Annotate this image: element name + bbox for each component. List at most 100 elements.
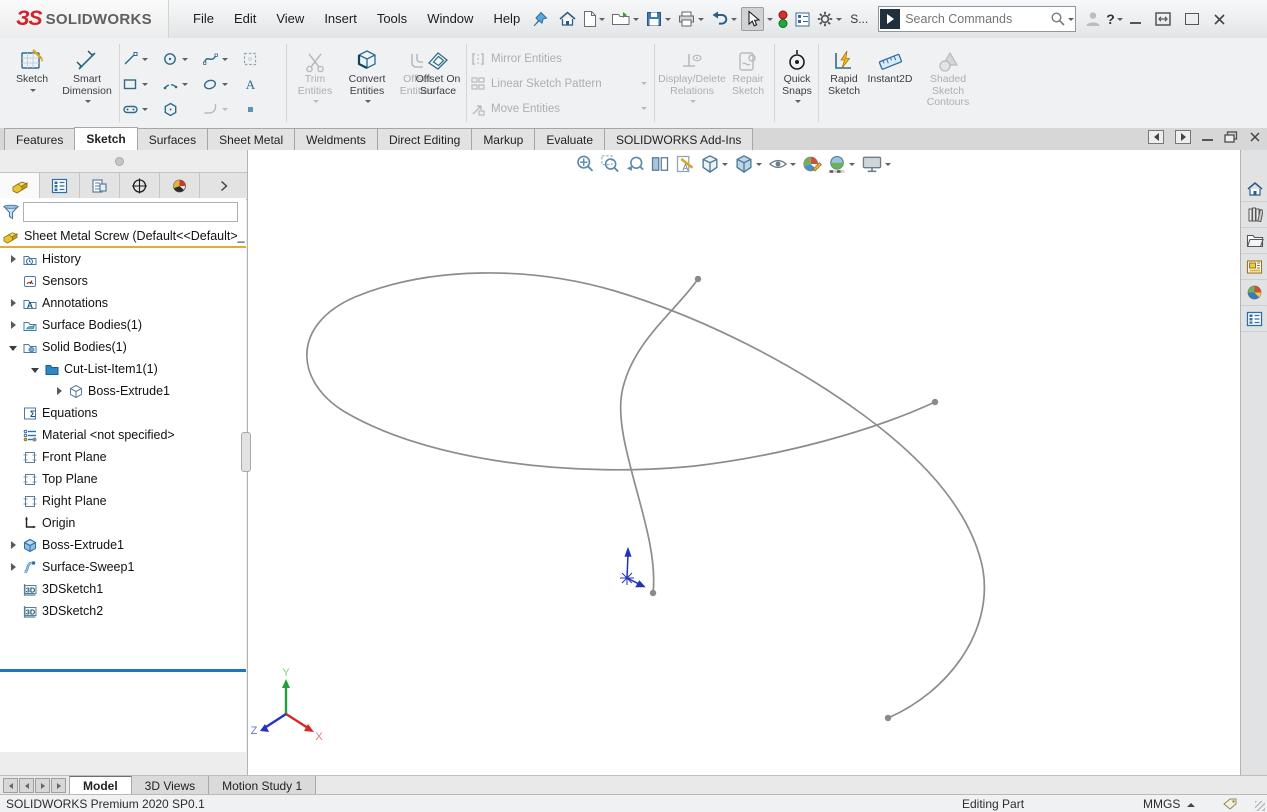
tree-item-solid-bodies[interactable]: Solid Bodies(1) — [6, 336, 246, 358]
toolbar-overflow-label[interactable]: S... — [850, 12, 868, 26]
menu-tools[interactable]: Tools — [367, 0, 417, 38]
menu-view[interactable]: View — [266, 0, 314, 38]
selection-filter-icon[interactable] — [775, 8, 791, 31]
view-palette-icon[interactable] — [1241, 254, 1267, 280]
rollback-bar[interactable] — [0, 669, 246, 672]
doc-close-button[interactable] — [1249, 131, 1261, 143]
trim-box-tool[interactable] — [242, 47, 272, 72]
expander[interactable] — [6, 299, 20, 307]
menu-help[interactable]: Help — [483, 0, 530, 38]
pin-menu-icon[interactable] — [530, 9, 550, 29]
units-label[interactable]: MMGS — [1143, 797, 1180, 811]
expander[interactable] — [28, 366, 42, 373]
line-tool[interactable] — [122, 47, 162, 72]
select-tool-button[interactable] — [741, 7, 764, 31]
part-root-row[interactable]: Sheet Metal Screw (Default<<Default>_ — [2, 226, 246, 246]
tab-direct-editing[interactable]: Direct Editing — [377, 128, 472, 150]
doc-minimize-button[interactable] — [1202, 139, 1213, 141]
design-library-icon[interactable] — [1241, 202, 1267, 228]
origin-marker[interactable] — [620, 549, 644, 587]
undo-button[interactable] — [708, 8, 740, 30]
tab-feature-manager[interactable] — [0, 173, 40, 199]
home-button[interactable] — [556, 8, 579, 30]
tab-property-manager[interactable] — [40, 173, 80, 199]
tab-surfaces[interactable]: Surfaces — [137, 128, 208, 150]
menu-window[interactable]: Window — [417, 0, 483, 38]
convert-entities-flyout[interactable] — [365, 100, 371, 106]
quick-snaps-button[interactable]: Quick Snaps — [778, 42, 816, 106]
sketch-flyout[interactable] — [30, 89, 36, 95]
file-explorer-icon[interactable] — [1241, 228, 1267, 254]
display-delete-relations-flyout[interactable] — [690, 100, 696, 106]
new-document-button[interactable] — [580, 8, 608, 30]
menu-file[interactable]: File — [183, 0, 224, 38]
first-tab-button[interactable] — [3, 778, 18, 793]
tree-item-material[interactable]: Material <not specified> — [6, 424, 246, 446]
slot-tool[interactable] — [122, 97, 162, 122]
repair-sketch-button[interactable]: Repair Sketch — [724, 42, 772, 97]
dynamic-annotation-views-icon[interactable]: A — [675, 154, 695, 174]
appearances-scenes-icon[interactable] — [1241, 280, 1267, 306]
pane-collapse-left-icon[interactable] — [1148, 130, 1164, 144]
doc-restore-button[interactable] — [1224, 131, 1238, 143]
tree-item-top-plane[interactable]: Top Plane — [6, 468, 246, 490]
display-style-button[interactable] — [734, 154, 763, 174]
previous-view-icon[interactable] — [625, 154, 645, 174]
circle-tool[interactable] — [162, 47, 202, 72]
tab-solidworks-add-ins[interactable]: SOLIDWORKS Add-Ins — [604, 128, 753, 150]
view-settings-button[interactable] — [861, 154, 892, 174]
search-icon[interactable] — [1050, 11, 1066, 27]
resize-grip[interactable] — [1255, 801, 1265, 811]
tag-editor-icon[interactable] — [1222, 797, 1238, 811]
view-orientation-button[interactable] — [700, 154, 729, 174]
save-button[interactable] — [643, 8, 674, 30]
ellipse-tool[interactable] — [202, 72, 242, 97]
convert-entities-button[interactable]: Convert Entities — [340, 42, 394, 106]
expander[interactable] — [52, 387, 66, 395]
tree-item-surface-sweep[interactable]: Surface-Sweep1 — [6, 556, 246, 578]
tab-dimxpert-manager[interactable] — [120, 173, 160, 199]
search-input[interactable] — [901, 12, 1050, 26]
open-document-button[interactable] — [609, 8, 642, 30]
point-tool[interactable] — [242, 97, 272, 122]
pane-collapse-right-icon[interactable] — [1175, 130, 1191, 144]
fillet-tool[interactable] — [202, 97, 242, 122]
helix-spline-curve[interactable] — [307, 273, 985, 718]
tree-item-cut-list[interactable]: Cut-List-Item1(1) — [28, 358, 246, 380]
panel-collapse-handle[interactable] — [115, 157, 124, 166]
tab-evaluate[interactable]: Evaluate — [534, 128, 605, 150]
minimize-button[interactable] — [1130, 22, 1141, 24]
smart-dimension-flyout[interactable] — [85, 100, 91, 106]
move-entities-button[interactable]: Move Entities — [470, 96, 648, 121]
menu-insert[interactable]: Insert — [314, 0, 367, 38]
panel-tab-overflow[interactable] — [200, 173, 247, 199]
tree-item-history[interactable]: History — [6, 248, 246, 270]
tree-item-3dsketch2[interactable]: 3D 3DSketch2 — [6, 600, 246, 622]
expander[interactable] — [6, 541, 20, 549]
linear-sketch-pattern-button[interactable]: Linear Sketch Pattern — [470, 71, 648, 96]
units-dropdown-icon[interactable] — [1187, 799, 1195, 807]
help-button[interactable]: ? — [1104, 9, 1126, 29]
expander[interactable] — [6, 321, 20, 329]
spline-endpoint[interactable] — [932, 399, 938, 405]
tab-sketch[interactable]: Sketch — [74, 127, 137, 150]
expander[interactable] — [6, 344, 20, 351]
tab-display-manager[interactable] — [160, 173, 200, 199]
s-spline-curve[interactable] — [621, 279, 698, 593]
tab-markup[interactable]: Markup — [471, 128, 535, 150]
prev-tab-button[interactable] — [19, 778, 34, 793]
tab-model[interactable]: Model — [69, 776, 132, 795]
filter-funnel-icon[interactable] — [2, 204, 20, 221]
smart-dimension-button[interactable]: Smart Dimension — [56, 42, 118, 106]
zoom-to-area-icon[interactable] — [600, 154, 620, 174]
tree-item-origin[interactable]: Origin — [6, 512, 246, 534]
next-tab-button[interactable] — [35, 778, 50, 793]
tab-features[interactable]: Features — [4, 128, 75, 150]
select-tool-dropdown[interactable] — [767, 18, 773, 24]
spline-endpoint[interactable] — [650, 590, 656, 596]
mirror-entities-button[interactable]: Mirror Entities — [470, 46, 648, 71]
tree-item-annotations[interactable]: A Annotations — [6, 292, 246, 314]
trim-entities-button[interactable]: Trim Entities — [292, 42, 338, 106]
tree-item-front-plane[interactable]: Front Plane — [6, 446, 246, 468]
zoom-to-fit-icon[interactable] — [575, 154, 595, 174]
